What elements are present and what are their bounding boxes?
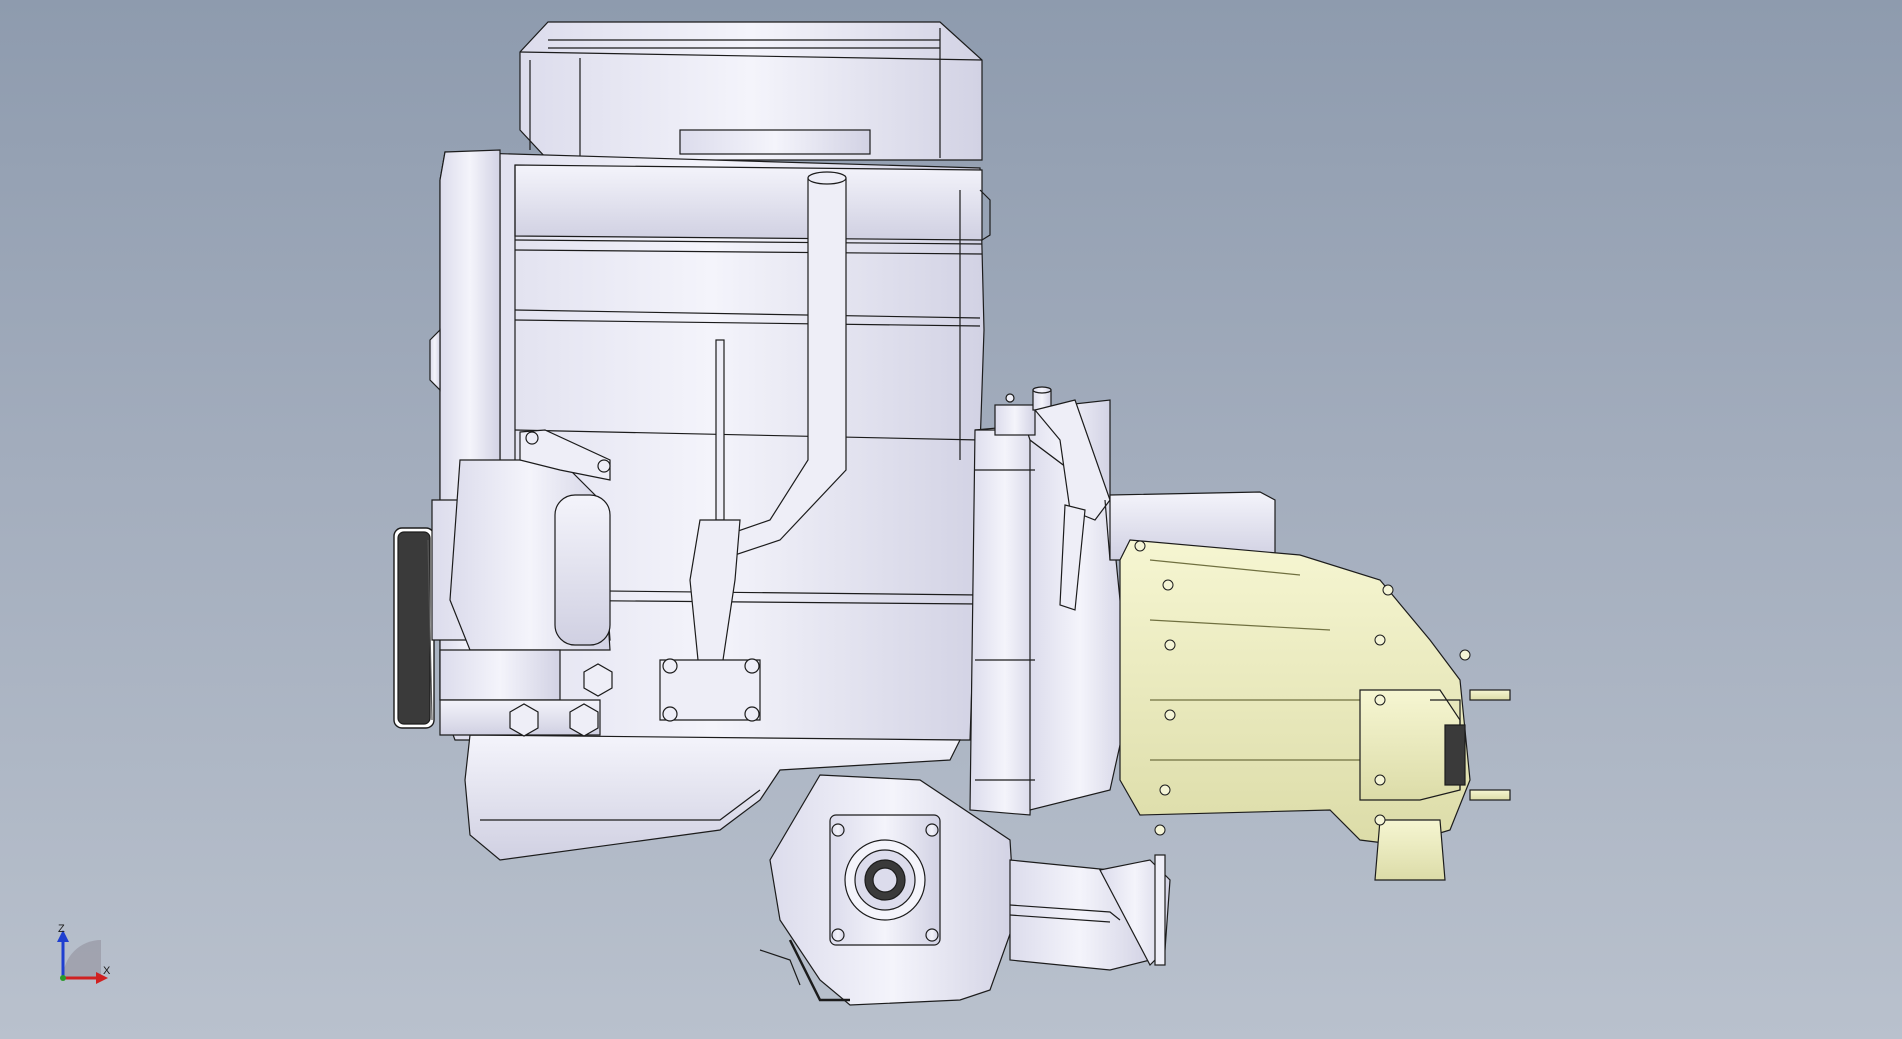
bellhousing[interactable] xyxy=(969,386,1131,816)
z-axis-label: Z xyxy=(58,923,65,935)
gearbox-case[interactable] xyxy=(1119,539,1511,881)
coordinate-triad: Z X xyxy=(57,923,111,984)
graphics-viewport[interactable]: Z X xyxy=(0,0,1902,1039)
model-view[interactable]: Z X xyxy=(0,0,1902,1039)
x-axis-label: X xyxy=(103,965,111,977)
cylinder-head[interactable] xyxy=(519,21,983,161)
